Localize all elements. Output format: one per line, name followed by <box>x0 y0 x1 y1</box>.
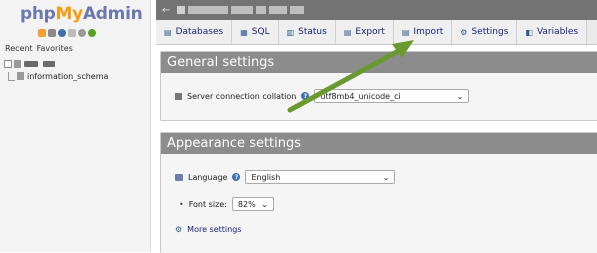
favorites-tab[interactable]: Favorites <box>37 44 73 53</box>
collation-select[interactable]: utf8mb4_unicode_ci ⌄ <box>314 89 470 103</box>
docs-icon[interactable] <box>68 29 76 37</box>
general-settings-panel: General settings Server connection colla… <box>160 51 597 121</box>
appearance-settings-title: Appearance settings <box>161 133 597 154</box>
tab-variables[interactable]: ◧ Variables <box>517 20 588 44</box>
databases-icon: ▤ <box>164 27 172 37</box>
chevron-down-icon: ⌄ <box>456 91 464 101</box>
font-size-row: • Font size: 82% ⌄ <box>179 197 274 211</box>
appearance-settings-panel: Appearance settings Language ? English ⌄… <box>160 132 597 253</box>
tab-import[interactable]: ▤ Import <box>393 20 453 44</box>
blurred-server-name <box>256 6 267 14</box>
font-size-label: Font size: <box>188 199 227 209</box>
general-settings-title: General settings <box>161 52 597 73</box>
tree-connector <box>8 71 15 81</box>
collation-icon <box>175 92 182 100</box>
collation-row: Server connection collation ? utf8mb4_un… <box>175 89 470 103</box>
chevron-down-icon: ⌄ <box>261 199 268 209</box>
chevron-down-icon: ⌄ <box>382 172 390 182</box>
blurred-server-name <box>290 6 305 14</box>
tree-item-label[interactable]: information_schema <box>27 72 108 81</box>
phpmyadmin-logo[interactable]: phpMyAdmin <box>20 4 143 24</box>
tab-settings[interactable]: ⚙ Settings <box>452 20 518 44</box>
status-icon: ▥ <box>286 27 295 37</box>
blurred-db-name-2 <box>43 61 55 67</box>
main-content: ← ▤ Databases ▦ SQL ▥ Status ▤ Export ▤ Impor… <box>156 0 597 253</box>
variables-icon: ◧ <box>525 27 533 37</box>
help-icon[interactable] <box>58 29 66 37</box>
database-icon <box>17 72 24 80</box>
expand-icon[interactable] <box>4 60 12 68</box>
language-row: Language ? English ⌄ <box>175 170 396 184</box>
help-icon[interactable]: ? <box>232 173 241 181</box>
tree-item-blurred[interactable] <box>4 58 108 70</box>
language-label: Language <box>188 172 228 182</box>
more-settings-link[interactable]: More settings <box>187 225 241 234</box>
main-tabs: ▤ Databases ▦ SQL ▥ Status ▤ Export ▤ Import … <box>156 20 597 45</box>
tree-item-information-schema[interactable]: information_schema <box>4 70 108 82</box>
navigation-sidebar: phpMyAdmin Recent Favorites information_… <box>0 0 151 252</box>
blurred-db-name <box>24 61 38 67</box>
breadcrumb-bar: ← <box>156 0 597 20</box>
sidebar-icon-row <box>38 29 96 37</box>
database-icon <box>14 60 21 68</box>
language-icon <box>175 173 183 181</box>
collation-label: Server connection collation <box>187 91 297 101</box>
import-icon: ▤ <box>401 27 410 37</box>
database-tree: information_schema <box>4 58 108 82</box>
wrench-icon: ⚙ <box>460 27 468 37</box>
sql-icon: ▦ <box>240 27 248 37</box>
settings-icon[interactable] <box>78 29 86 37</box>
blurred-server-name <box>231 6 254 14</box>
blurred-server-name <box>177 6 186 14</box>
recent-tab[interactable]: Recent <box>5 44 33 53</box>
tab-databases[interactable]: ▤ Databases <box>156 20 233 44</box>
blurred-server-name <box>269 6 288 14</box>
wrench-icon: ⚙ <box>175 225 183 234</box>
language-select[interactable]: English ⌄ <box>245 170 396 184</box>
font-size-select[interactable]: 82% ⌄ <box>231 197 274 211</box>
home-icon[interactable] <box>38 29 46 37</box>
reload-icon[interactable] <box>88 29 96 37</box>
bullet-icon: • <box>179 199 184 209</box>
blurred-server-name <box>188 6 229 14</box>
tab-status[interactable]: ▥ Status <box>278 20 336 44</box>
tab-sql[interactable]: ▦ SQL <box>232 20 279 44</box>
help-icon[interactable]: ? <box>301 92 310 100</box>
export-icon: ▤ <box>343 27 352 37</box>
more-settings-row: ⚙ More settings <box>175 225 241 234</box>
recent-favorites-tabs: Recent Favorites <box>5 44 73 53</box>
back-arrow-icon[interactable]: ← <box>162 5 170 16</box>
tab-export[interactable]: ▤ Export <box>335 20 394 44</box>
exit-icon[interactable] <box>48 29 56 37</box>
